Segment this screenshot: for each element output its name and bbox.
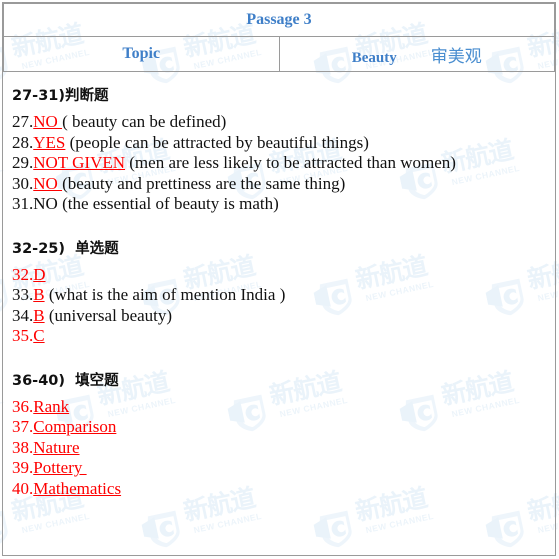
answer-value: Comparison xyxy=(33,417,117,436)
answer-value: B xyxy=(33,285,45,304)
answer-number: 40. xyxy=(12,478,34,498)
answer-value: Mathematics xyxy=(33,478,122,498)
passage-title-cell: Passage 3 xyxy=(3,3,555,37)
answer-item: 32.D xyxy=(12,265,555,286)
topic-label: Topic xyxy=(122,45,161,62)
answer-value: B xyxy=(33,305,45,325)
answer-note: (people can be attracted by beautiful th… xyxy=(65,132,369,152)
answer-note: (the essential of beauty is math) xyxy=(57,194,279,213)
answer-value: NO xyxy=(33,173,63,193)
answer-note: (what is the aim of mention India ) xyxy=(44,285,286,304)
answer-number: 32. xyxy=(12,264,34,284)
answer-value: Rank xyxy=(33,396,70,416)
answer-value: Pottery xyxy=(33,458,87,477)
answer-item: 31.NO (the essential of beauty is math) xyxy=(12,194,555,215)
answer-key-page: NC新航道NEW CHANNELNC新航道NEW CHANNELNC新航道NEW… xyxy=(0,0,559,559)
answer-number: 36. xyxy=(12,396,34,416)
answer-item: 34.B (universal beauty) xyxy=(12,306,555,327)
topic-value-english: Beauty xyxy=(351,49,397,66)
answer-number: 39. xyxy=(12,458,34,477)
answer-section: 36-40) 填空题 36.Rank 37.Comparison 38.Nature 3… xyxy=(3,369,555,522)
section-heading: 32-25) 单选题 xyxy=(12,240,119,257)
answer-number: 37. xyxy=(12,417,34,436)
answer-list: 27.NO ( beauty can be defined) 28.YES (pe… xyxy=(3,112,555,215)
answer-value: Nature xyxy=(33,437,80,457)
answer-number: 29. xyxy=(12,153,34,172)
answer-number: 34. xyxy=(12,305,34,325)
answer-number: 30. xyxy=(12,173,34,193)
answer-list: 32.D 33.B (what is the aim of mention Ind… xyxy=(3,265,555,347)
topic-value-cell: Beauty 审美观 xyxy=(278,36,555,72)
topic-value-group: Beauty 审美观 xyxy=(280,42,555,67)
answer-note: (universal beauty) xyxy=(44,305,173,325)
topic-label-cell: Topic xyxy=(3,36,280,72)
answer-item: 30.NO (beauty and prettiness are the sam… xyxy=(12,174,555,195)
answer-section: 32-25) 单选题 32.D 33.B (what is the aim of m… xyxy=(3,237,555,369)
page-title: Passage 3 xyxy=(246,11,312,28)
answer-section: 27-31)判断题 27.NO ( beauty can be defined) 2… xyxy=(3,72,555,237)
passage-title-row: Passage 3 xyxy=(3,3,555,37)
answer-number: 27. xyxy=(12,112,34,131)
answers-body: 27-31)判断题 27.NO ( beauty can be defined) 2… xyxy=(3,72,555,521)
answer-item: 38.Nature xyxy=(12,438,555,459)
answer-number: 35. xyxy=(12,326,34,345)
answer-item: 40.Mathematics xyxy=(12,479,555,500)
topic-value-chinese: 审美观 xyxy=(430,46,482,67)
answer-note: (beauty and prettiness are the same thin… xyxy=(62,173,346,193)
answer-item: 35.C xyxy=(12,326,555,347)
topic-row: Topic Beauty 审美观 xyxy=(3,36,555,72)
document-frame: Passage 3 Topic Beauty 审美观 27-31)判断题 27.N… xyxy=(2,2,556,556)
answer-value: C xyxy=(33,326,45,345)
answer-item: 27.NO ( beauty can be defined) xyxy=(12,112,555,133)
section-heading: 36-40) 填空题 xyxy=(12,372,119,389)
answer-item: 29.NOT GIVEN (men are less likely to be … xyxy=(12,153,555,174)
answer-number: 33. xyxy=(12,285,34,304)
answer-note: ( beauty can be defined) xyxy=(62,112,227,131)
answer-item: 37.Comparison xyxy=(12,417,555,438)
answer-value: NOT GIVEN xyxy=(33,153,126,172)
answer-value: D xyxy=(33,264,46,284)
answer-item: 33.B (what is the aim of mention India ) xyxy=(12,285,555,306)
answer-value: NO xyxy=(33,112,63,131)
section-heading: 27-31)判断题 xyxy=(12,88,109,104)
answer-note: (men are less likely to be attracted tha… xyxy=(125,153,456,172)
answer-value: NO xyxy=(33,194,58,213)
answer-list: 36.Rank 37.Comparison 38.Nature 39.Pottery … xyxy=(3,397,555,500)
answer-value: YES xyxy=(33,132,66,152)
answer-item: 28.YES (people can be attracted by beaut… xyxy=(12,133,555,154)
answer-number: 28. xyxy=(12,132,34,152)
answer-number: 38. xyxy=(12,437,34,457)
answer-number: 31. xyxy=(12,194,34,213)
passage-header-table: Passage 3 Topic Beauty 审美观 xyxy=(3,3,555,72)
answer-item: 36.Rank xyxy=(12,397,555,418)
answer-item: 39.Pottery xyxy=(12,458,555,479)
